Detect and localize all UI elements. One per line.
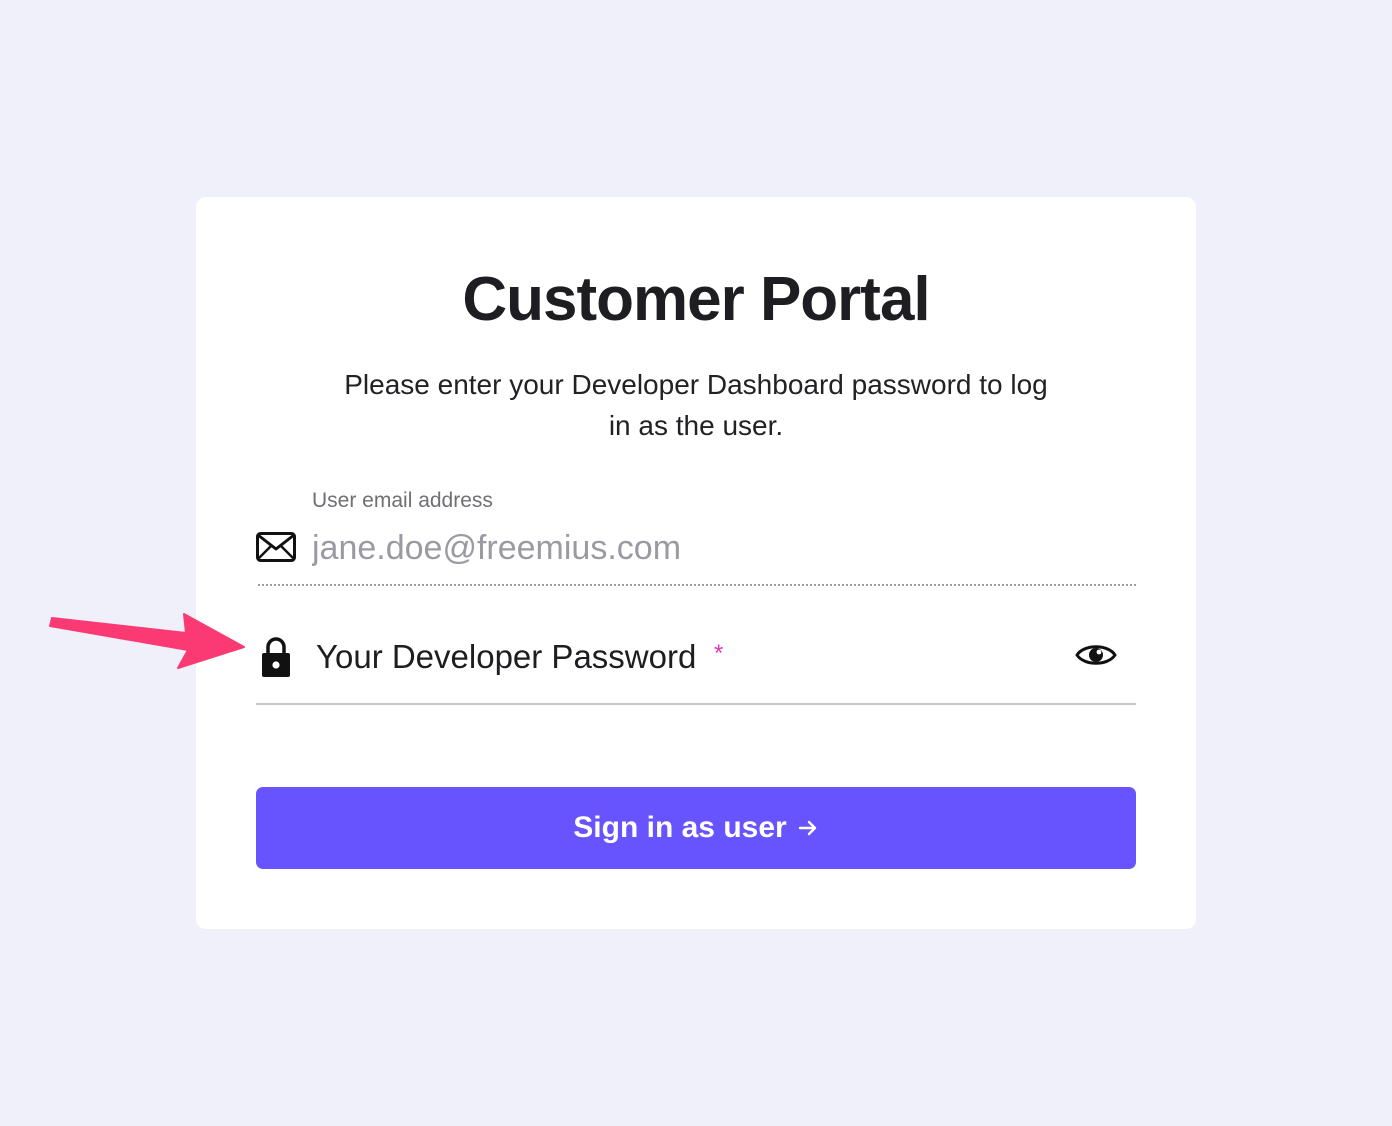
eye-icon[interactable] (1075, 641, 1117, 669)
mail-icon (256, 532, 296, 562)
arrow-right-icon (798, 820, 816, 836)
email-divider (258, 584, 1136, 586)
lock-icon (262, 637, 290, 677)
page-title: Customer Portal (462, 265, 930, 334)
sign-in-button-label: Sign in as user (573, 811, 787, 844)
email-label: User email address (312, 489, 493, 512)
annotation-arrow (49, 613, 245, 669)
password-divider (256, 703, 1136, 705)
sign-in-button[interactable]: Sign in as user (256, 787, 1136, 869)
password-field[interactable]: Your Developer Password (316, 634, 696, 680)
required-indicator: * (714, 640, 724, 667)
page-subtitle: Please enter your Developer Dashboard pa… (344, 369, 1048, 441)
email-field[interactable] (312, 526, 1132, 570)
